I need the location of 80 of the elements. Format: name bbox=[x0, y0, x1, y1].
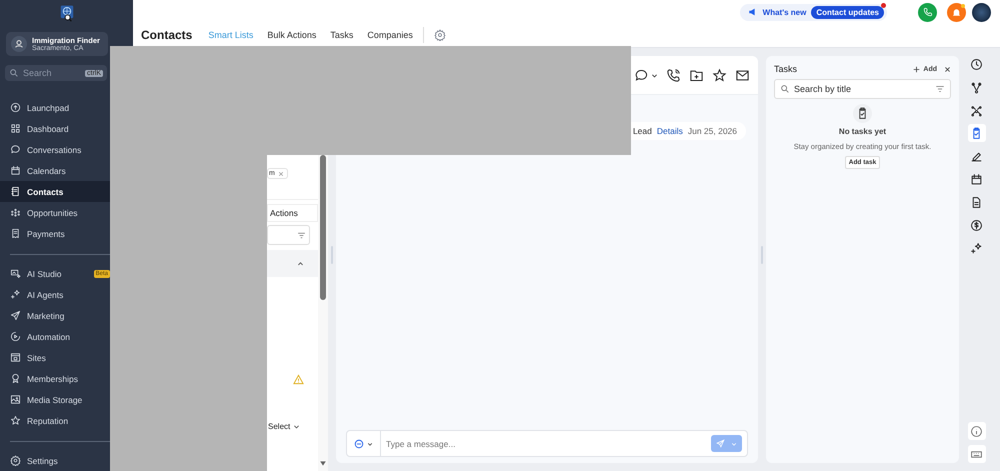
message-field[interactable]: Type a message... bbox=[381, 438, 706, 448]
phone-icon[interactable] bbox=[666, 68, 681, 82]
whats-new-button[interactable]: What's new Contact updates bbox=[740, 4, 887, 20]
play-icon bbox=[10, 331, 21, 342]
sparkle-icon bbox=[10, 289, 21, 300]
search-icon bbox=[9, 68, 19, 78]
phone-icon bbox=[922, 7, 932, 17]
nav-item[interactable]: Payments bbox=[0, 223, 110, 244]
nav-tab[interactable]: Tasks bbox=[330, 30, 354, 40]
scroll-down-icon[interactable] bbox=[319, 460, 327, 467]
nav-item[interactable]: Conversations bbox=[0, 139, 110, 160]
send-icon bbox=[716, 439, 725, 448]
phone-button[interactable] bbox=[918, 2, 937, 22]
send-icon bbox=[10, 310, 21, 322]
contacts-icon bbox=[10, 186, 21, 198]
search-input[interactable]: Search by title bbox=[794, 84, 931, 94]
receipt-icon bbox=[10, 228, 21, 240]
bell-icon bbox=[951, 6, 962, 18]
message-composer[interactable]: Type a message... bbox=[346, 430, 748, 457]
search-field[interactable]: Search by title bbox=[774, 79, 951, 99]
notifications-button[interactable] bbox=[947, 2, 966, 22]
star-icon[interactable] bbox=[712, 68, 727, 82]
plus-icon bbox=[913, 66, 920, 72]
caret-icon bbox=[731, 440, 737, 446]
star-icon bbox=[10, 415, 21, 426]
actions-tab[interactable]: Actions bbox=[267, 204, 318, 222]
search-icon bbox=[780, 84, 790, 94]
mail-icon[interactable] bbox=[735, 68, 750, 82]
details-link[interactable]: Details bbox=[656, 126, 683, 136]
nav-item[interactable]: Opportunities bbox=[0, 202, 110, 224]
select-dropdown[interactable]: Select bbox=[267, 422, 318, 431]
nav-item[interactable]: Reputation bbox=[0, 410, 110, 432]
nav-item[interactable]: Sites bbox=[0, 347, 110, 368]
warning-icon bbox=[293, 374, 304, 385]
clipboard-icon[interactable] bbox=[968, 124, 986, 142]
nav-item[interactable]: Marketing bbox=[0, 305, 110, 326]
nav-item[interactable]: Launchpad bbox=[0, 97, 110, 118]
page-title: Contacts bbox=[141, 28, 192, 42]
panel-title: Tasks bbox=[774, 64, 798, 74]
whats-new-label: What's new bbox=[762, 8, 806, 16]
clipboard-icon bbox=[853, 104, 872, 123]
filter-icon[interactable] bbox=[935, 84, 945, 94]
caret-icon bbox=[367, 440, 373, 446]
caret-icon[interactable] bbox=[651, 72, 658, 78]
nav-tab[interactable]: Bulk Actions bbox=[267, 30, 316, 40]
user-avatar[interactable] bbox=[972, 2, 991, 22]
close-icon[interactable] bbox=[944, 66, 951, 72]
lead-label: Lead bbox=[632, 126, 652, 136]
nav-tab[interactable]: Companies bbox=[367, 30, 413, 40]
nav-item[interactable]: Memberships bbox=[0, 368, 110, 390]
keyboard-icon[interactable] bbox=[968, 445, 986, 463]
settings-icon bbox=[10, 455, 21, 466]
dots-icon bbox=[10, 207, 21, 218]
calendar-icon bbox=[10, 165, 21, 176]
scrollbar[interactable] bbox=[318, 155, 328, 471]
nav-item[interactable]: Calendars bbox=[0, 160, 110, 182]
caret-icon bbox=[293, 423, 300, 430]
info-icon[interactable] bbox=[968, 422, 986, 440]
image-icon bbox=[10, 394, 21, 406]
rocket-icon bbox=[10, 102, 21, 114]
dashboard-icon bbox=[10, 123, 21, 134]
updates-badge: Contact updates bbox=[811, 6, 884, 18]
chevron-up-icon bbox=[297, 260, 304, 267]
nav-item[interactable]: Automation bbox=[0, 326, 110, 348]
folder-plus-icon[interactable] bbox=[689, 68, 704, 82]
user-icon bbox=[11, 36, 27, 52]
search-input[interactable]: Search bbox=[23, 68, 81, 78]
nav-item[interactable]: Dashboard bbox=[0, 118, 110, 140]
nav-item[interactable]: Contacts bbox=[0, 181, 110, 202]
image-icon bbox=[10, 268, 21, 280]
filter-icon[interactable] bbox=[297, 230, 306, 240]
empty-title: No tasks yet bbox=[838, 127, 886, 136]
window-icon bbox=[10, 352, 21, 364]
date-label: Jun 25, 2026 bbox=[688, 126, 737, 136]
award-icon bbox=[10, 373, 21, 384]
settings-icon[interactable] bbox=[434, 29, 446, 41]
nav-item[interactable]: Media Storage bbox=[0, 389, 110, 410]
nav-item[interactable]: AI Agents bbox=[0, 284, 110, 306]
scrollbar-thumb[interactable] bbox=[320, 155, 326, 300]
nav-item[interactable]: Settings bbox=[0, 450, 110, 471]
